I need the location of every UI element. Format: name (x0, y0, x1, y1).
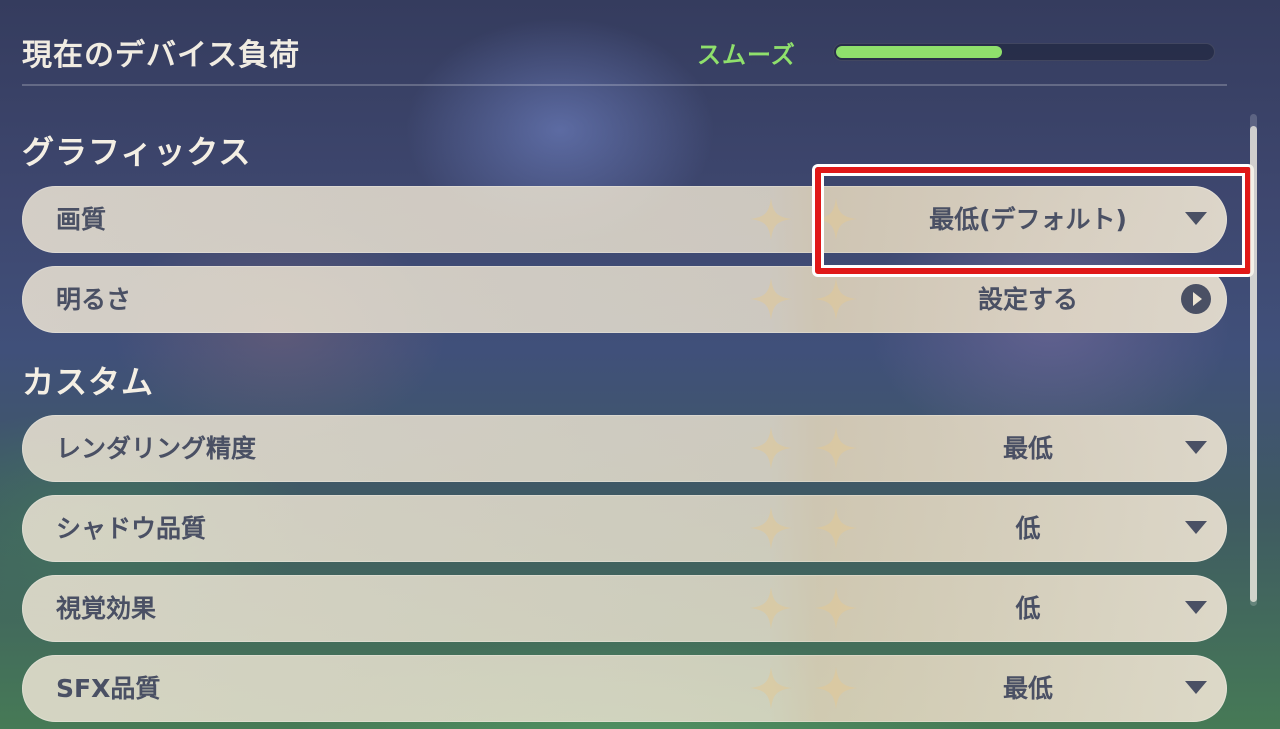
setting-row-sfx-quality[interactable]: SFX品質 最低 (22, 655, 1227, 722)
sparkle-icon (750, 667, 792, 709)
device-load-status: スムーズ (697, 41, 796, 69)
scrollbar-thumb[interactable] (1250, 126, 1257, 602)
device-load-title: 現在のデバイス負荷 (22, 38, 301, 73)
setting-label-visual-effects: 視覚効果 (56, 594, 157, 623)
sparkle-icon (750, 278, 792, 320)
sparkle-icon (750, 507, 792, 549)
setting-value-render-resolution: 最低 (1002, 434, 1053, 463)
setting-row-brightness[interactable]: 明るさ 設定する (22, 266, 1227, 333)
section-title-custom: カスタム (22, 363, 155, 401)
setting-label-sfx-quality: SFX品質 (56, 674, 161, 703)
setting-label-image-quality: 画質 (56, 205, 107, 234)
setting-value-visual-effects: 低 (1015, 594, 1041, 623)
scrollbar[interactable] (1250, 114, 1257, 606)
chevron-down-icon[interactable] (1185, 521, 1207, 534)
chevron-down-icon[interactable] (1185, 441, 1207, 454)
chevron-down-icon[interactable] (1185, 681, 1207, 694)
section-title-graphics: グラフィックス (22, 133, 252, 171)
setting-label-shadow-quality: シャドウ品質 (56, 514, 207, 543)
header-divider (22, 84, 1227, 86)
sparkle-icon (750, 198, 792, 240)
setting-value-brightness: 設定する (977, 285, 1078, 314)
sparkle-icon (750, 427, 792, 469)
setting-row-visual-effects[interactable]: 視覚効果 低 (22, 575, 1227, 642)
setting-value-shadow-quality: 低 (1015, 514, 1041, 543)
device-load-bar-fill (836, 46, 1002, 58)
arrow-right-circle-icon[interactable] (1181, 284, 1211, 314)
setting-label-render-resolution: レンダリング精度 (56, 434, 257, 463)
chevron-down-icon[interactable] (1185, 601, 1207, 614)
sparkle-icon (750, 587, 792, 629)
setting-row-shadow-quality[interactable]: シャドウ品質 低 (22, 495, 1227, 562)
highlight-box (815, 167, 1251, 274)
setting-row-render-resolution[interactable]: レンダリング精度 最低 (22, 415, 1227, 482)
setting-label-brightness: 明るさ (56, 285, 132, 314)
device-load-bar (833, 43, 1215, 61)
setting-value-sfx-quality: 最低 (1002, 674, 1053, 703)
